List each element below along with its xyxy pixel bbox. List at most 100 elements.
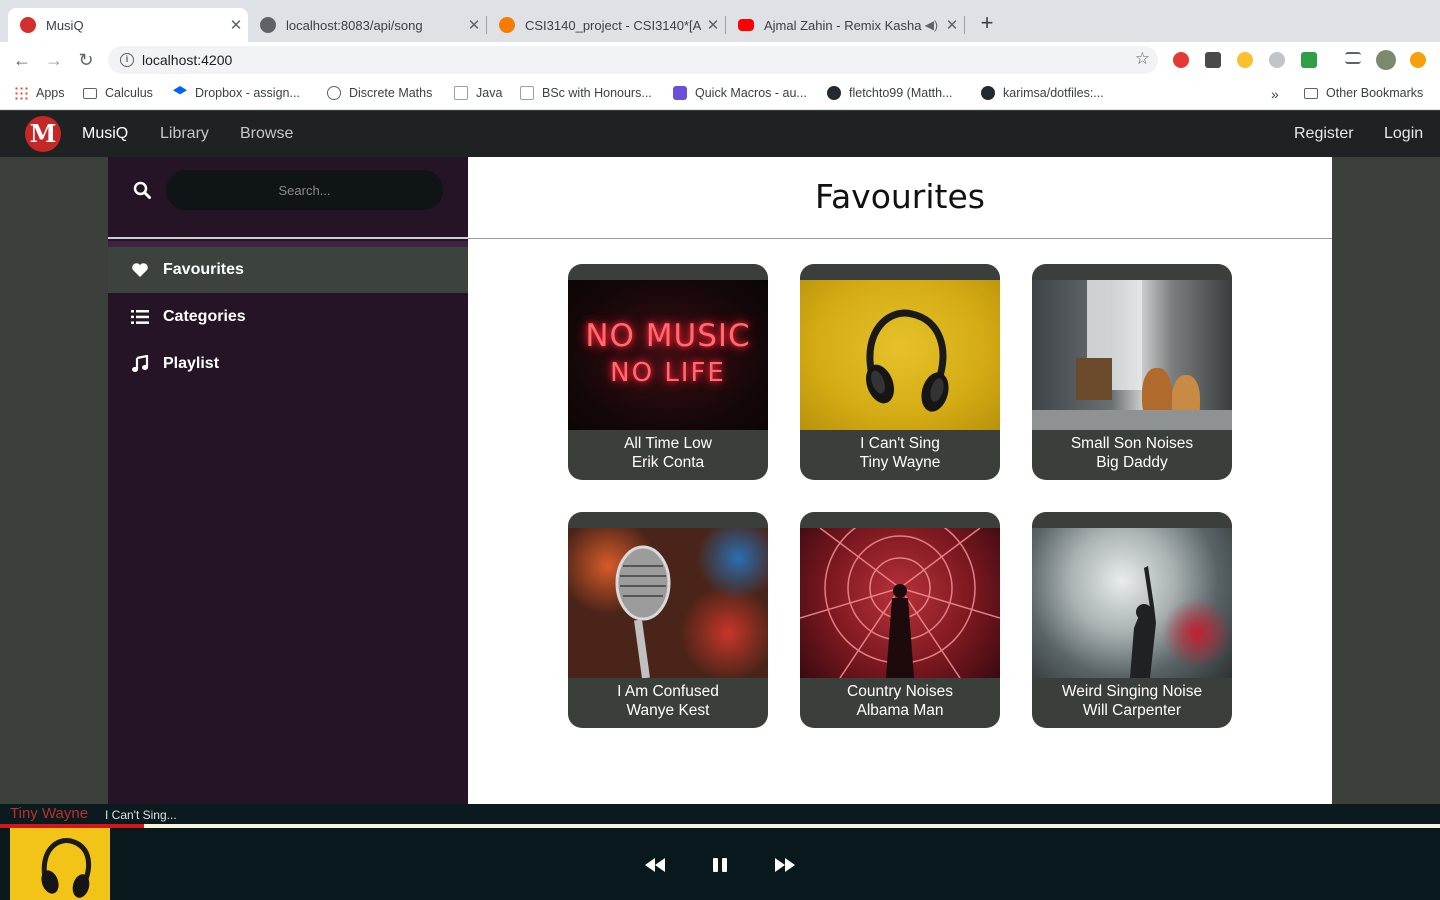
album-art-headphones	[800, 280, 1000, 430]
bookmark-discrete-maths[interactable]: Discrete Maths	[327, 86, 432, 100]
card-song-title: Weird Singing Noise	[1061, 683, 1203, 700]
cors-extension-icon[interactable]	[1301, 52, 1317, 68]
song-card[interactable]: NO MUSIC NO LIFE All Time Low Erik Conta	[568, 264, 768, 480]
back-arrow-icon[interactable]: ←	[12, 50, 32, 70]
wooden-stool	[1076, 358, 1112, 400]
now-playing-song: I Can't Sing...	[105, 808, 177, 822]
nav-library-link[interactable]: Library	[160, 125, 209, 143]
song-card[interactable]: I Can't Sing Tiny Wayne	[800, 264, 1000, 480]
album-art-text: NO LIFE	[610, 358, 726, 388]
right-gutter	[1332, 157, 1440, 804]
close-icon[interactable]: ✕	[224, 16, 248, 34]
song-card[interactable]: Country Noises Albama Man	[800, 512, 1000, 728]
card-caption: I Am Confused Wanye Kest	[568, 682, 768, 720]
site-info-icon[interactable]: i	[120, 53, 134, 67]
bookmark-dropbox[interactable]: Dropbox - assign...	[173, 86, 300, 100]
card-song-title: I Can't Sing	[860, 435, 940, 452]
blocked-extension-icon[interactable]	[1269, 52, 1285, 68]
card-song-title: Country Noises	[847, 683, 953, 700]
bookmark-karimsa[interactable]: karimsa/dotfiles:...	[981, 86, 1104, 100]
bookmark-label: karimsa/dotfiles:...	[1003, 86, 1104, 100]
sidebar: Favourites Categories Playlist	[108, 157, 468, 804]
card-artist: Big Daddy	[1096, 454, 1168, 471]
close-icon[interactable]: ✕	[701, 16, 725, 34]
browser-tab-musiq[interactable]: MusiQ ✕	[8, 8, 248, 42]
browser-toolbar: ← → ↻ i localhost:4200 ☆	[0, 42, 1440, 78]
opera-extension-icon[interactable]	[1173, 52, 1189, 68]
bookmark-label: Calculus	[105, 86, 153, 100]
song-card[interactable]: Small Son Noises Big Daddy	[1032, 264, 1232, 480]
floor	[1032, 410, 1232, 430]
github-icon	[827, 86, 841, 100]
tab-title: localhost:8083/api/song	[286, 17, 423, 33]
search-input[interactable]	[166, 170, 443, 210]
sidebar-item-categories[interactable]: Categories	[108, 294, 468, 340]
nav-login-link[interactable]: Login	[1384, 125, 1423, 143]
update-icon[interactable]	[1410, 52, 1426, 68]
song-card[interactable]: Weird Singing Noise Will Carpenter	[1032, 512, 1232, 728]
search-icon[interactable]	[133, 181, 151, 199]
rewind-icon	[645, 858, 665, 872]
radiation-extension-icon[interactable]	[1237, 52, 1253, 68]
close-icon[interactable]: ✕	[462, 16, 486, 34]
card-caption: I Can't Sing Tiny Wayne	[800, 434, 1000, 472]
folder-icon	[1304, 87, 1318, 99]
card-caption: Country Noises Albama Man	[800, 682, 1000, 720]
card-caption: Weird Singing Noise Will Carpenter	[1032, 682, 1232, 720]
dropbox-icon	[173, 86, 187, 95]
sidebar-item-playlist[interactable]: Playlist	[108, 341, 468, 387]
bookmark-other[interactable]: Other Bookmarks	[1304, 86, 1423, 100]
song-card[interactable]: I Am Confused Wanye Kest	[568, 512, 768, 728]
bookmark-bsc[interactable]: BSc with Honours...	[520, 86, 652, 100]
now-playing-cover[interactable]	[10, 828, 110, 900]
album-art-neon: NO MUSIC NO LIFE	[568, 280, 768, 430]
sidebar-item-favourites[interactable]: Favourites	[108, 247, 468, 293]
nav-register-link[interactable]: Register	[1294, 125, 1354, 143]
card-artist: Albama Man	[856, 702, 944, 719]
now-playing-artist: Tiny Wayne	[10, 805, 89, 822]
microphone-icon	[615, 545, 671, 678]
browser-tab-bitbucket[interactable]: CSI3140_project - CSI3140*[A] ✕	[487, 8, 725, 42]
profile-avatar[interactable]	[1376, 50, 1396, 70]
nav-browse-link[interactable]: Browse	[240, 125, 293, 143]
sidebar-item-label: Favourites	[163, 261, 244, 278]
music-note-icon	[131, 355, 149, 373]
close-icon[interactable]: ✕	[940, 16, 964, 34]
more-bookmarks-chevron-icon[interactable]: »	[1271, 86, 1279, 102]
fast-forward-button[interactable]	[770, 850, 800, 880]
sidebar-item-label: Playlist	[163, 355, 220, 372]
forward-arrow-icon[interactable]: →	[44, 50, 64, 70]
reload-icon[interactable]: ↻	[76, 50, 96, 70]
browser-tab-youtube[interactable]: Ajmal Zahin - Remix Kasha ◀) ✕	[726, 8, 964, 42]
page-title: Favourites	[815, 177, 985, 216]
media-queue-icon[interactable]	[1345, 52, 1361, 64]
album-art-text: NO MUSIC	[585, 318, 751, 354]
url-text[interactable]: localhost:4200	[142, 52, 232, 68]
bookmark-fletchto99[interactable]: fletchto99 (Matth...	[827, 86, 953, 100]
address-bar[interactable]: i localhost:4200 ☆	[108, 46, 1158, 74]
browser-tab-api[interactable]: localhost:8083/api/song ✕	[248, 8, 486, 42]
nav-brand-link[interactable]: MusiQ	[82, 125, 128, 143]
bookmark-apps[interactable]: Apps	[14, 86, 65, 100]
line-art	[800, 528, 1000, 678]
speaker-icon[interactable]: ◀)	[925, 18, 938, 32]
card-artist: Will Carpenter	[1082, 702, 1182, 719]
album-art-singer	[1032, 528, 1232, 678]
selenium-extension-icon[interactable]	[1205, 52, 1221, 68]
bookmark-quick-macros[interactable]: Quick Macros - au...	[673, 86, 807, 100]
now-playing-bar: Tiny Wayne I Can't Sing...	[0, 804, 1440, 824]
folder-icon	[83, 87, 97, 99]
bookmark-java[interactable]: Java	[454, 86, 502, 100]
new-tab-button[interactable]: +	[976, 12, 998, 35]
rewind-button[interactable]	[640, 850, 670, 880]
title-divider	[468, 238, 1332, 239]
bookmark-calculus[interactable]: Calculus	[83, 86, 153, 100]
pause-button[interactable]	[705, 850, 735, 880]
heart-icon	[131, 261, 149, 279]
musiq-logo[interactable]: M	[25, 116, 61, 152]
card-artist: Erik Conta	[631, 454, 705, 471]
github-icon	[981, 86, 995, 100]
card-song-title: I Am Confused	[617, 683, 719, 700]
card-artist: Tiny Wayne	[859, 454, 941, 471]
bookmark-star-icon[interactable]: ☆	[1135, 49, 1150, 69]
